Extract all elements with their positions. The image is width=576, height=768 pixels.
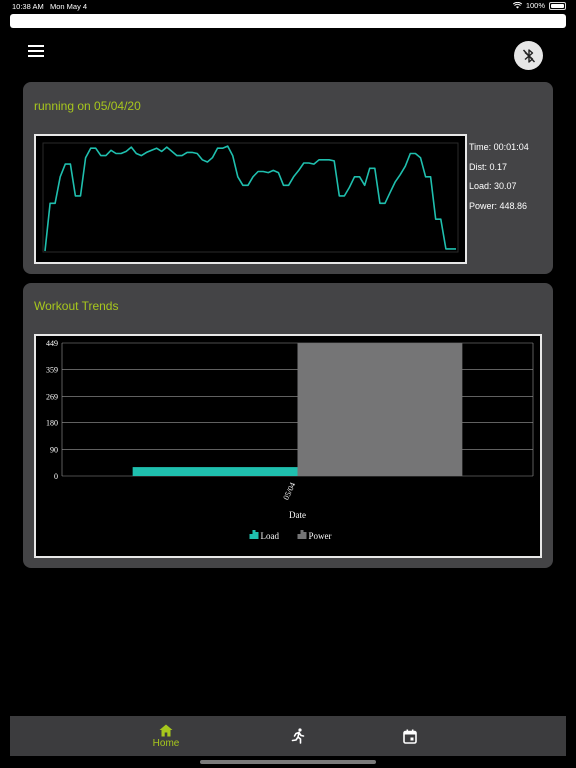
workout-title: running on 05/04/20 bbox=[34, 99, 141, 113]
top-bar bbox=[10, 14, 566, 28]
trends-title: Workout Trends bbox=[34, 299, 119, 313]
stat-time: Time: 00:01:04 bbox=[469, 142, 529, 152]
workout-card[interactable]: running on 05/04/20 Time: 00:01:04 Dist:… bbox=[23, 82, 553, 274]
legend-load-swatch-a bbox=[249, 534, 253, 539]
status-date: Mon May 4 bbox=[50, 2, 88, 11]
status-time: 10:38 AM bbox=[12, 2, 44, 11]
workout-line bbox=[44, 145, 456, 252]
stat-distance: Dist: 0.17 bbox=[469, 161, 508, 172]
y-tick-label: 180 bbox=[46, 419, 58, 428]
trends-bar-chart: 0 90 180 269 359 449 05/04 Date Load Power bbox=[34, 334, 542, 558]
bluetooth-button[interactable] bbox=[514, 41, 543, 70]
nav-calendar[interactable] bbox=[388, 716, 432, 756]
legend-load-swatch-c bbox=[255, 532, 259, 539]
bar-power-0 bbox=[297, 343, 463, 476]
wifi-icon bbox=[512, 2, 522, 9]
legend-load-label: Load bbox=[261, 531, 280, 541]
x-tick-label: 05/04 bbox=[281, 481, 297, 501]
home-indicator bbox=[200, 760, 376, 764]
hamburger-menu-icon[interactable] bbox=[28, 45, 44, 59]
status-indicators: 100% bbox=[512, 1, 566, 10]
running-icon bbox=[291, 728, 305, 744]
legend-power-swatch-a bbox=[297, 534, 301, 539]
line-chart-svg bbox=[42, 142, 459, 253]
nav-workout[interactable] bbox=[276, 716, 320, 756]
legend-power-label: Power bbox=[309, 531, 332, 541]
legend-load-swatch-b bbox=[252, 530, 256, 539]
bluetooth-disabled-icon bbox=[522, 48, 535, 63]
workout-line-chart bbox=[34, 134, 467, 264]
nav-home[interactable]: Home bbox=[144, 716, 188, 756]
y-tick-label: 449 bbox=[46, 339, 58, 348]
calendar-icon bbox=[403, 729, 417, 744]
y-tick-label: 0 bbox=[54, 472, 58, 481]
line-chart-frame bbox=[42, 142, 459, 253]
home-icon bbox=[159, 724, 173, 736]
legend-power-swatch-c bbox=[303, 532, 307, 539]
nav-home-label: Home bbox=[152, 737, 180, 749]
bar-load-0 bbox=[132, 467, 298, 476]
workout-trends-card: Workout Trends 0 90 180 269 359 449 05/04 Date L… bbox=[23, 283, 553, 568]
bar-chart-svg: 0 90 180 269 359 449 05/04 Date Load Power bbox=[46, 339, 534, 541]
stat-load: Load: 30.07 bbox=[469, 181, 517, 191]
status-bar: 10:38 AM Mon May 4 100% bbox=[0, 0, 576, 12]
battery-percent: 100% bbox=[525, 1, 545, 10]
bottom-nav: Home bbox=[10, 716, 566, 756]
battery-icon bbox=[549, 1, 566, 10]
x-axis-label: Date bbox=[289, 510, 306, 520]
y-tick-label: 90 bbox=[50, 445, 58, 454]
legend-power-swatch-b bbox=[300, 530, 304, 539]
workout-stats: Time: 00:01:04 Dist: 0.17 Load: 30.07 Po… bbox=[469, 138, 529, 216]
y-tick-label: 269 bbox=[46, 392, 58, 401]
y-tick-label: 359 bbox=[46, 366, 58, 375]
stat-power: Power: 448.86 bbox=[469, 200, 528, 211]
